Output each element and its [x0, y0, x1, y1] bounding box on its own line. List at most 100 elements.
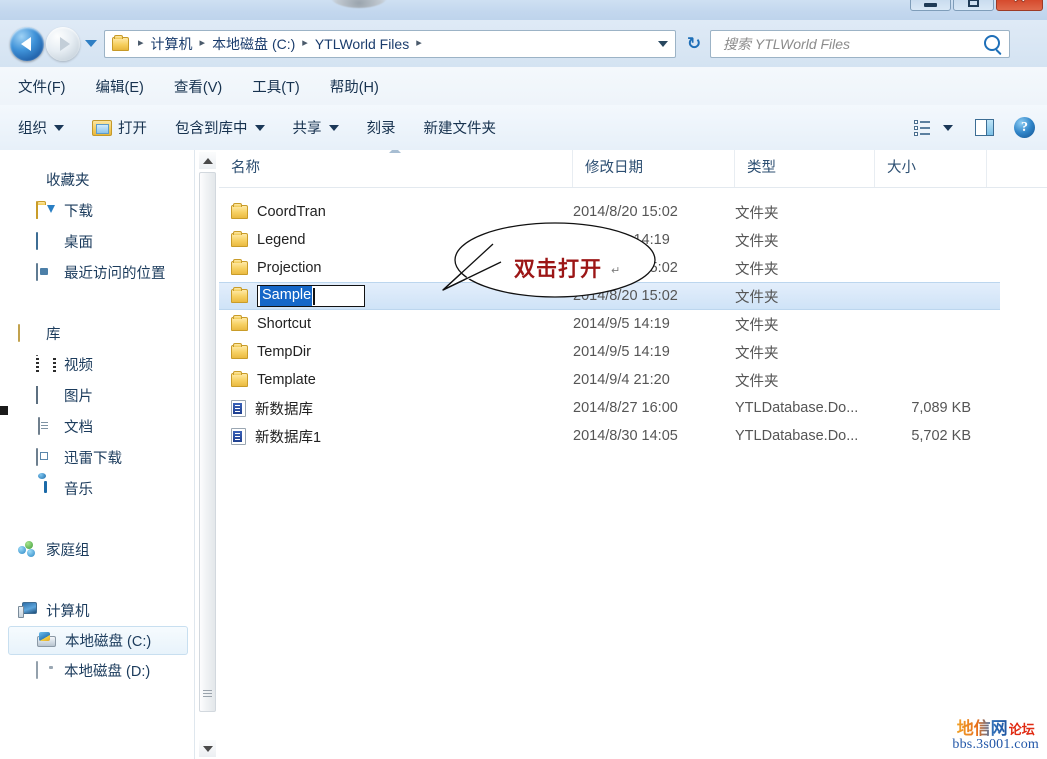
- search-icon: [984, 34, 1000, 51]
- file-size-cell: 5,702 KB: [911, 428, 971, 444]
- view-mode-icon[interactable]: [914, 119, 931, 136]
- file-date-cell: 2014/9/5 14:19: [573, 316, 670, 332]
- table-row[interactable]: Projection 2014/8/20 15:02 文件夹: [219, 254, 1047, 282]
- rename-input[interactable]: Sample: [257, 285, 365, 307]
- file-name: Projection: [257, 260, 322, 276]
- table-row[interactable]: TempDir 2014/9/5 14:19 文件夹: [219, 338, 1047, 366]
- folder-icon: [231, 287, 248, 303]
- breadcrumb-item-computer[interactable]: 计算机: [149, 33, 195, 55]
- forward-arrow-icon: [59, 36, 70, 51]
- open-button[interactable]: 打开: [82, 112, 157, 143]
- sidebar-label: 音乐: [64, 482, 93, 498]
- sidebar-item-videos[interactable]: 视频: [0, 349, 194, 380]
- breadcrumb-separator: ▸: [416, 37, 422, 49]
- scrollbar-thumb[interactable]: [199, 172, 216, 712]
- file-type-cell: YTLDatabase.Do...: [735, 428, 859, 444]
- sidebar-item-computer[interactable]: 计算机: [0, 595, 194, 626]
- close-button[interactable]: ✕: [996, 0, 1043, 11]
- sidebar-item-recent-places[interactable]: 最近访问的位置: [0, 257, 194, 288]
- history-dropdown-icon[interactable]: [85, 40, 97, 47]
- sidebar-item-libraries[interactable]: 库: [0, 318, 194, 349]
- toolbar: 组织 打开 包含到库中 共享 刻录 新建文件夹 ?: [0, 105, 1047, 151]
- file-name-cell: Shortcut: [219, 315, 573, 332]
- file-date-cell: 2014/8/20 15:02: [573, 204, 678, 220]
- file-name-cell: Projection: [219, 259, 573, 276]
- table-row[interactable]: Template 2014/9/4 21:20 文件夹: [219, 366, 1047, 394]
- maximize-button[interactable]: [953, 0, 994, 11]
- menu-tools[interactable]: 工具(T): [240, 72, 312, 101]
- sidebar-label: 库: [46, 327, 61, 343]
- column-header-name[interactable]: 名称: [219, 150, 573, 187]
- minimize-icon: [924, 3, 937, 7]
- watermark: 地信网论坛 bbs.3s001.com: [952, 720, 1039, 753]
- table-row-selected[interactable]: Sample 2014/8/20 15:02 文件夹: [219, 282, 1000, 310]
- search-box[interactable]: 搜索 YTLWorld Files: [710, 29, 1010, 58]
- menu-help[interactable]: 帮助(H): [318, 72, 391, 101]
- sidebar-label: 视频: [64, 358, 93, 374]
- folder-icon: [231, 343, 248, 359]
- database-file-icon: [231, 427, 246, 445]
- sidebar-item-local-disk-c[interactable]: 本地磁盘 (C:): [8, 626, 188, 655]
- address-breadcrumb-bar[interactable]: ▸ 计算机 ▸ 本地磁盘 (C:) ▸ YTLWorld Files ▸: [104, 29, 676, 58]
- burn-button[interactable]: 刻录: [357, 112, 406, 143]
- file-name-cell: Legend: [219, 231, 573, 248]
- menu-file[interactable]: 文件(F): [6, 72, 78, 101]
- help-icon[interactable]: ?: [1014, 117, 1035, 138]
- column-header-row: 名称 修改日期 类型 大小: [219, 150, 1047, 188]
- library-icon: [18, 323, 38, 343]
- new-folder-button[interactable]: 新建文件夹: [414, 112, 507, 143]
- menu-edit[interactable]: 编辑(E): [84, 72, 156, 101]
- column-header-type[interactable]: 类型: [735, 150, 875, 187]
- sidebar-label: 计算机: [46, 604, 90, 620]
- navigation-pane-scrollbar[interactable]: [198, 150, 218, 759]
- table-row[interactable]: Shortcut 2014/9/5 14:19 文件夹: [219, 310, 1047, 338]
- sidebar-label: 本地磁盘 (C:): [65, 634, 152, 650]
- file-type-cell: 文件夹: [735, 345, 779, 362]
- sidebar-item-favorites[interactable]: 收藏夹: [0, 164, 194, 195]
- sidebar-item-homegroup[interactable]: 家庭组: [0, 534, 194, 565]
- search-input[interactable]: 搜索 YTLWorld Files: [723, 34, 850, 54]
- include-in-library-button[interactable]: 包含到库中: [165, 112, 275, 143]
- sort-ascending-icon: [389, 150, 401, 153]
- sidebar-item-downloads[interactable]: 下载: [0, 195, 194, 226]
- sidebar-item-desktop[interactable]: 桌面: [0, 226, 194, 257]
- column-header-date[interactable]: 修改日期: [573, 150, 735, 187]
- folder-icon: [231, 315, 248, 331]
- forward-button[interactable]: [46, 26, 80, 61]
- column-header-size[interactable]: 大小: [875, 150, 987, 187]
- file-name: Legend: [257, 232, 306, 248]
- file-date-cell: 2014/8/30 14:05: [573, 428, 678, 444]
- scroll-down-button[interactable]: [199, 740, 216, 757]
- sidebar-item-xunlei-downloads[interactable]: 迅雷下载: [0, 442, 194, 473]
- share-button[interactable]: 共享: [283, 112, 349, 143]
- toolbar-right-group: ?: [914, 117, 1047, 138]
- sidebar-item-local-disk-d[interactable]: 本地磁盘 (D:): [0, 655, 194, 686]
- refresh-button[interactable]: ↻: [682, 32, 706, 56]
- back-button[interactable]: [10, 26, 44, 61]
- sidebar-item-music[interactable]: 音乐: [0, 473, 194, 504]
- table-row[interactable]: 新数据库 2014/8/27 16:00 YTLDatabase.Do... 7…: [219, 394, 1047, 422]
- organize-button[interactable]: 组织: [8, 112, 74, 143]
- menu-view[interactable]: 查看(V): [162, 72, 234, 101]
- close-icon: ✕: [1012, 0, 1026, 5]
- chevron-down-icon[interactable]: [658, 40, 668, 47]
- scroll-up-button[interactable]: [199, 152, 216, 169]
- preview-pane-icon[interactable]: [975, 119, 994, 136]
- table-row[interactable]: CoordTran 2014/8/20 15:02 文件夹: [219, 198, 1047, 226]
- table-row[interactable]: Legend 2014/9/5 14:19 文件夹: [219, 226, 1047, 254]
- breadcrumb-item-local-disk-c[interactable]: 本地磁盘 (C:): [210, 33, 297, 55]
- watermark-site-name: 地信网: [956, 719, 1008, 739]
- column-header-label: 名称: [231, 160, 260, 176]
- file-type-cell: 文件夹: [735, 373, 779, 390]
- sidebar-item-documents[interactable]: 文档: [0, 411, 194, 442]
- table-row[interactable]: 新数据库1 2014/8/30 14:05 YTLDatabase.Do... …: [219, 422, 1047, 450]
- view-mode-chevron-down-icon[interactable]: [943, 124, 953, 131]
- breadcrumb-item-ytlworld-files[interactable]: YTLWorld Files: [313, 35, 411, 53]
- file-type-cell: 文件夹: [735, 233, 779, 250]
- file-date-cell: 2014/8/20 15:02: [573, 260, 678, 276]
- chevron-down-icon: [254, 124, 265, 131]
- sidebar-item-pictures[interactable]: 图片: [0, 380, 194, 411]
- minimize-button[interactable]: [910, 0, 951, 11]
